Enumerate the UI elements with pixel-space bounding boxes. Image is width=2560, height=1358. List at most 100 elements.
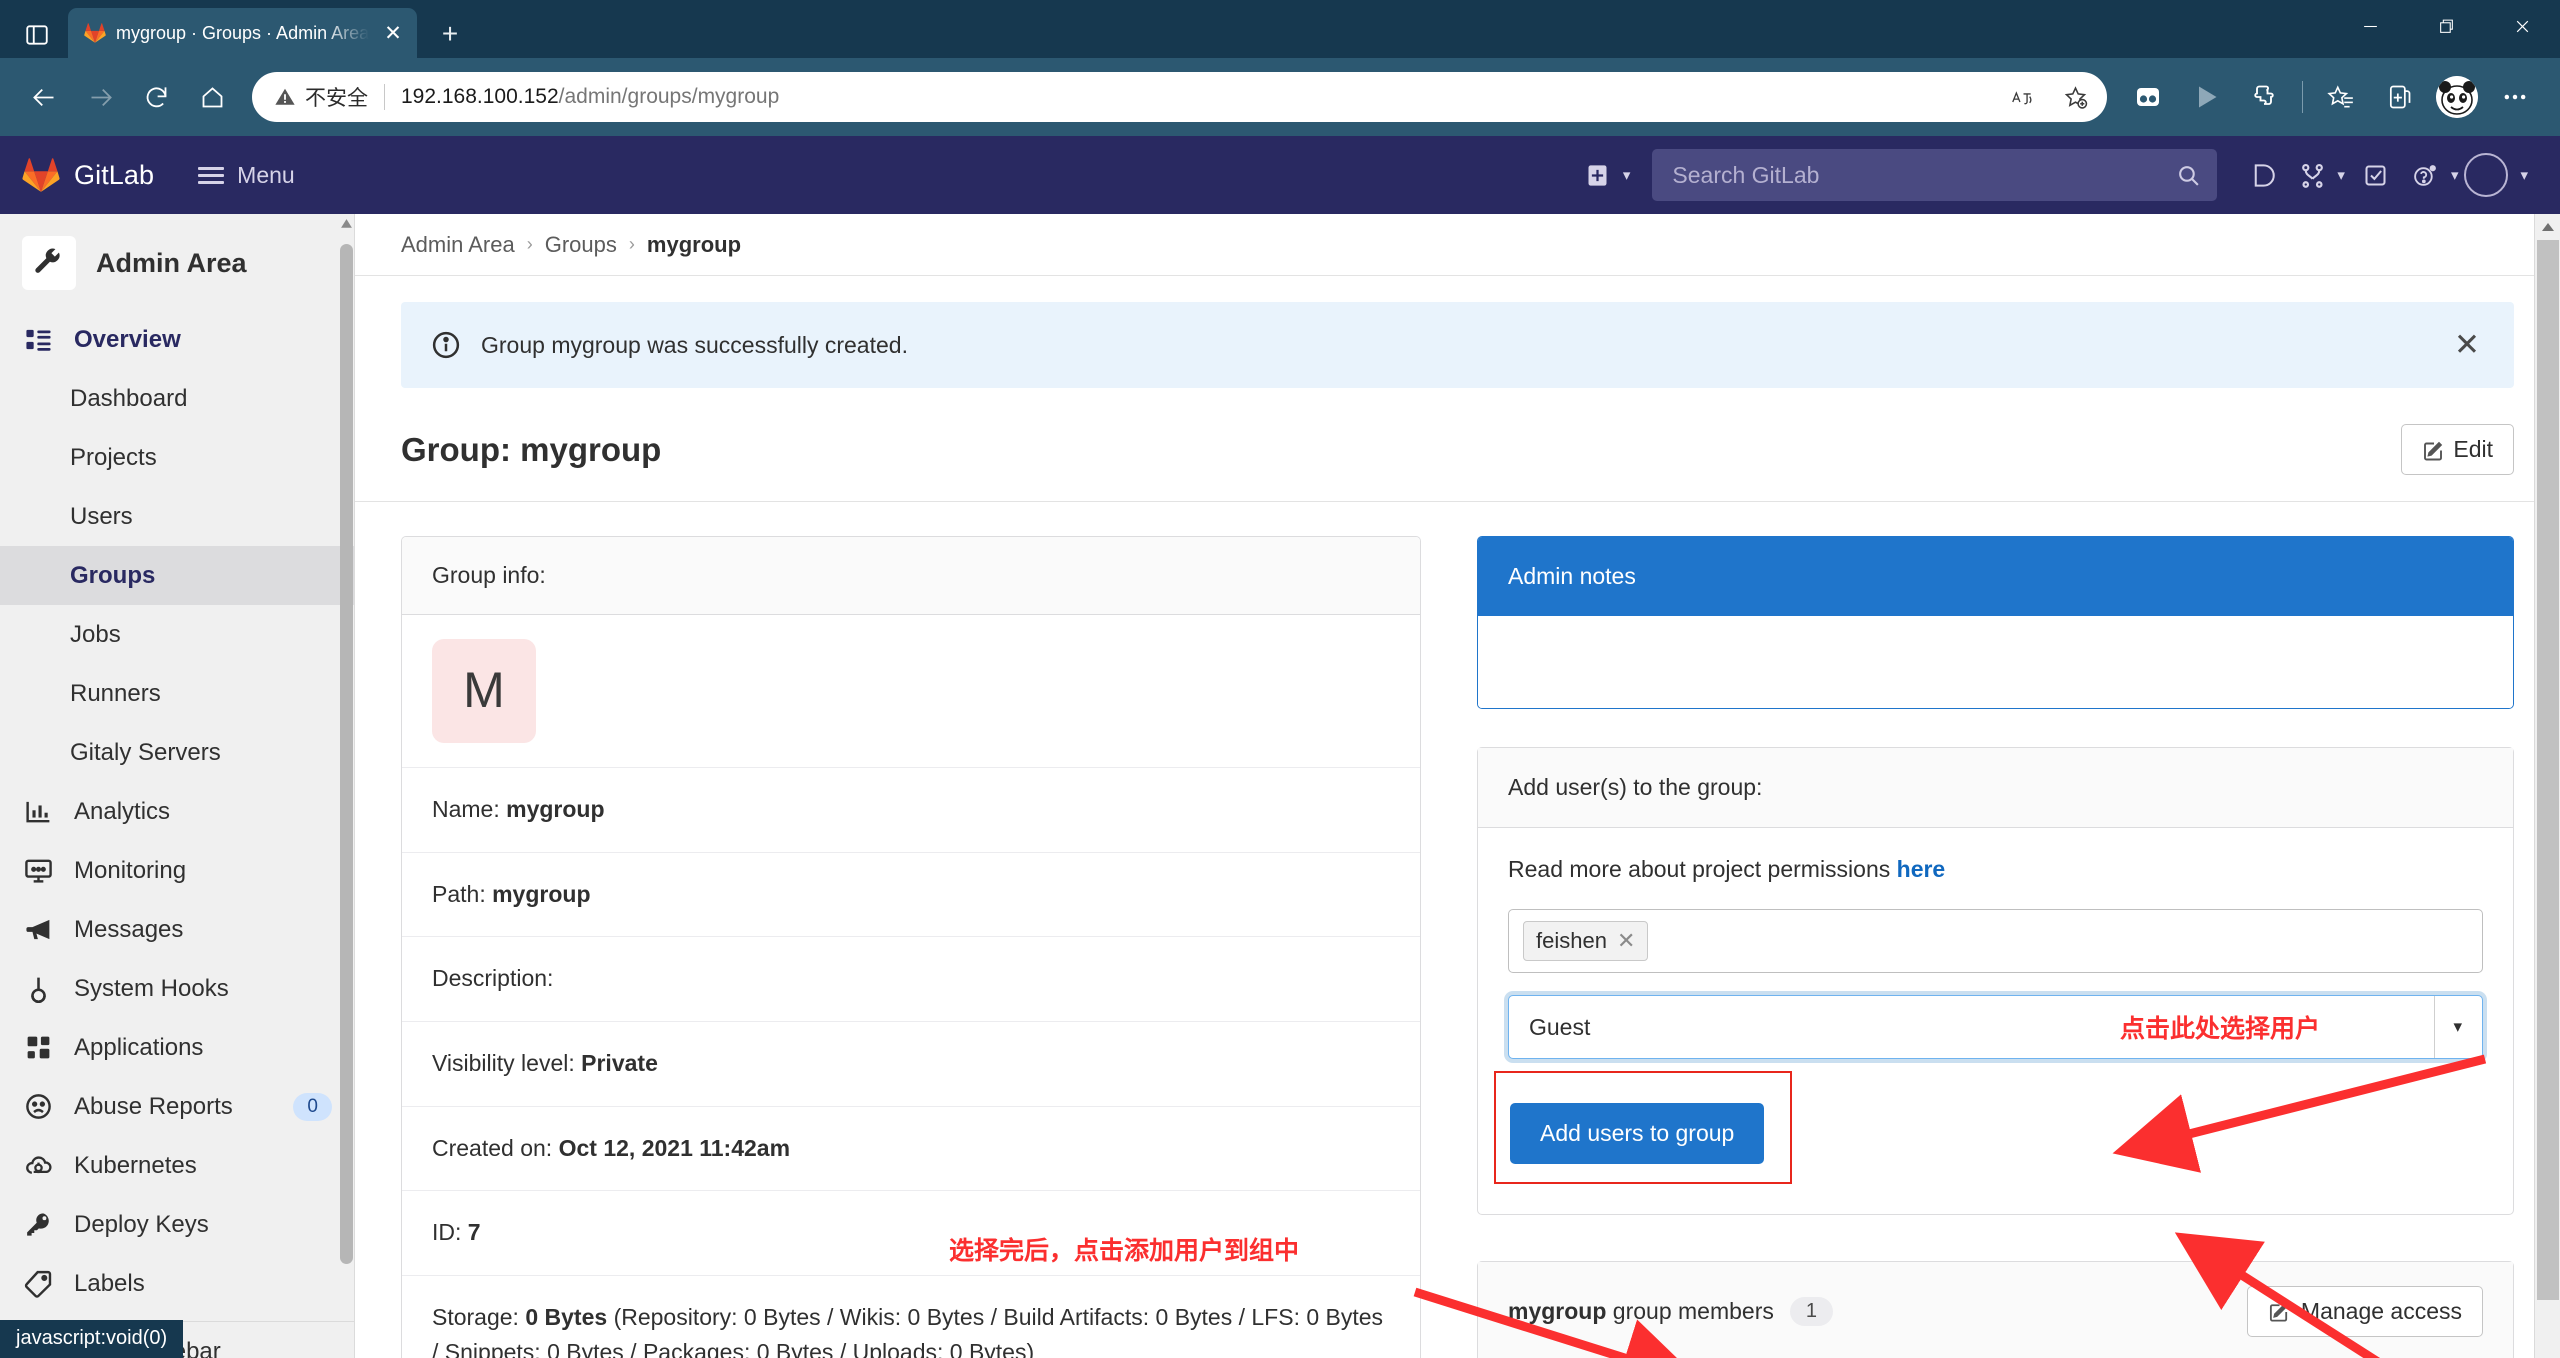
- add-users-card-body: Read more about project permissions here…: [1478, 828, 2513, 1214]
- sidebar-item-monitoring[interactable]: Monitoring: [0, 841, 354, 900]
- breadcrumb-groups[interactable]: Groups: [545, 232, 617, 258]
- page-scrollbar[interactable]: [2534, 214, 2560, 1358]
- abuse-reports-badge: 0: [293, 1093, 332, 1121]
- sidebar-item-label: Users: [70, 503, 133, 531]
- search-input[interactable]: [1672, 162, 2176, 189]
- sidebar-item-label: Dashboard: [70, 385, 187, 413]
- favorites-list-icon[interactable]: [2314, 70, 2368, 124]
- group-avatar: M: [432, 639, 536, 743]
- url-path: /admin/groups/mygroup: [559, 85, 780, 108]
- reload-icon[interactable]: [130, 71, 182, 123]
- read-aloud-icon[interactable]: [1999, 75, 2047, 119]
- search-icon[interactable]: [2176, 163, 2201, 188]
- create-new-dropdown[interactable]: ▾: [1573, 150, 1637, 200]
- sidebar-item-applications[interactable]: Applications: [0, 1018, 354, 1077]
- more-options-icon[interactable]: [2488, 70, 2542, 124]
- profile-avatar-icon[interactable]: [2436, 76, 2478, 118]
- access-level-select[interactable]: Guest ▾: [1508, 995, 2483, 1059]
- close-icon[interactable]: [2484, 0, 2560, 52]
- sidebar-header[interactable]: Admin Area: [0, 214, 354, 310]
- browser-window: mygroup · Groups · Admin Area ✕ +: [0, 0, 2560, 1358]
- group-name-value: mygroup: [506, 796, 604, 822]
- maximize-icon[interactable]: [2408, 0, 2484, 52]
- key-icon: [22, 1210, 54, 1239]
- sidebar-item-users[interactable]: Users: [0, 487, 354, 546]
- sidebar-item-label: Deploy Keys: [74, 1211, 209, 1239]
- breadcrumb-admin-area[interactable]: Admin Area: [401, 232, 515, 258]
- group-storage-value: 0 Bytes: [525, 1304, 607, 1330]
- selected-user-name: feishen: [1536, 928, 1607, 954]
- home-icon[interactable]: [186, 71, 238, 123]
- pencil-square-icon: [2268, 1300, 2291, 1323]
- merge-requests-icon[interactable]: [2287, 150, 2337, 200]
- issues-icon[interactable]: [2237, 150, 2287, 200]
- gitlab-home-link[interactable]: GitLab: [22, 156, 154, 194]
- sidebar-scroll-thumb[interactable]: [340, 244, 353, 1264]
- success-alert: Group mygroup was successfully created. …: [401, 302, 2514, 388]
- manage-access-button[interactable]: Manage access: [2247, 1286, 2483, 1337]
- chevron-down-icon: ▾: [1623, 166, 1631, 184]
- sidebar-item-messages[interactable]: Messages: [0, 900, 354, 959]
- gitlab-menu-button[interactable]: Menu: [198, 162, 295, 189]
- user-select-input[interactable]: feishen ✕: [1508, 909, 2483, 973]
- sidebar-item-abuse-reports[interactable]: Abuse Reports 0: [0, 1077, 354, 1136]
- access-level-value: Guest: [1529, 1014, 1590, 1041]
- scroll-up-arrow-icon[interactable]: [2535, 214, 2560, 240]
- monitor-icon: [22, 856, 54, 885]
- sidebar-item-projects[interactable]: Projects: [0, 428, 354, 487]
- sidebar-scrollbar[interactable]: [340, 216, 353, 1358]
- page-body: Admin Area Overview Dashboard Projects U…: [0, 214, 2560, 1358]
- group-id-value: 7: [468, 1219, 481, 1245]
- sidebar-item-kubernetes[interactable]: Kubernetes: [0, 1136, 354, 1195]
- group-id-label: ID:: [432, 1219, 461, 1245]
- search-box[interactable]: [1652, 149, 2217, 201]
- forward-arrow-icon[interactable]: [74, 71, 126, 123]
- selected-user-token[interactable]: feishen ✕: [1523, 921, 1648, 961]
- wrench-icon: [22, 236, 76, 290]
- sidebar-item-labels[interactable]: Labels: [0, 1254, 354, 1313]
- tab-actions-icon[interactable]: [14, 14, 60, 56]
- browser-tab[interactable]: mygroup · Groups · Admin Area ✕: [68, 8, 417, 58]
- new-tab-button[interactable]: +: [429, 13, 471, 55]
- sidebar-item-dashboard[interactable]: Dashboard: [0, 369, 354, 428]
- user-menu-dropdown[interactable]: ▾: [2464, 153, 2534, 197]
- group-members-header: mygroup group members 1 Manage access: [1478, 1262, 2513, 1358]
- sidebar-item-system-hooks[interactable]: System Hooks: [0, 959, 354, 1018]
- back-arrow-icon[interactable]: [18, 71, 70, 123]
- play-icon[interactable]: [2179, 70, 2233, 124]
- security-warning[interactable]: 不安全: [274, 82, 368, 112]
- permissions-help-link[interactable]: here: [1897, 856, 1946, 882]
- sidebar-item-analytics[interactable]: Analytics: [0, 782, 354, 841]
- sidebar-item-groups[interactable]: Groups: [0, 546, 354, 605]
- scroll-up-arrow-icon[interactable]: [340, 216, 353, 230]
- plus-square-icon[interactable]: [1573, 150, 1623, 200]
- merge-requests-dropdown[interactable]: ▾: [2287, 150, 2351, 200]
- page-scroll-thumb[interactable]: [2537, 240, 2559, 1300]
- sidebar-item-label: Overview: [74, 326, 181, 354]
- sidebar-item-runners[interactable]: Runners: [0, 664, 354, 723]
- user-avatar-icon[interactable]: [2464, 153, 2508, 197]
- group-visibility-value: Private: [581, 1050, 658, 1076]
- address-bar[interactable]: 不安全 192.168.100.152/admin/groups/mygroup: [252, 72, 2107, 122]
- extensions-icon[interactable]: [2237, 70, 2291, 124]
- sidebar-item-overview[interactable]: Overview: [0, 310, 354, 369]
- sidebar-item-label: Labels: [74, 1270, 145, 1298]
- edit-button[interactable]: Edit: [2401, 424, 2514, 475]
- tab-close-icon[interactable]: ✕: [379, 19, 407, 47]
- breadcrumb-current[interactable]: mygroup: [647, 232, 741, 258]
- sidebar-item-jobs[interactable]: Jobs: [0, 605, 354, 664]
- add-tab-group-icon[interactable]: [2372, 70, 2426, 124]
- remove-user-icon[interactable]: ✕: [1617, 928, 1635, 954]
- hamburger-icon: [198, 167, 224, 184]
- sidebar-item-gitaly-servers[interactable]: Gitaly Servers: [0, 723, 354, 782]
- add-favorite-icon[interactable]: [2051, 75, 2099, 119]
- help-icon[interactable]: [2401, 150, 2451, 200]
- todos-icon[interactable]: [2351, 150, 2401, 200]
- collections-icon[interactable]: [2121, 70, 2175, 124]
- alert-close-icon[interactable]: ✕: [2450, 328, 2484, 362]
- sidebar-item-deploy-keys[interactable]: Deploy Keys: [0, 1195, 354, 1254]
- group-path-value: mygroup: [492, 881, 590, 907]
- help-dropdown[interactable]: ▾: [2401, 150, 2465, 200]
- add-users-to-group-button[interactable]: Add users to group: [1510, 1103, 1764, 1164]
- minimize-icon[interactable]: [2332, 0, 2408, 52]
